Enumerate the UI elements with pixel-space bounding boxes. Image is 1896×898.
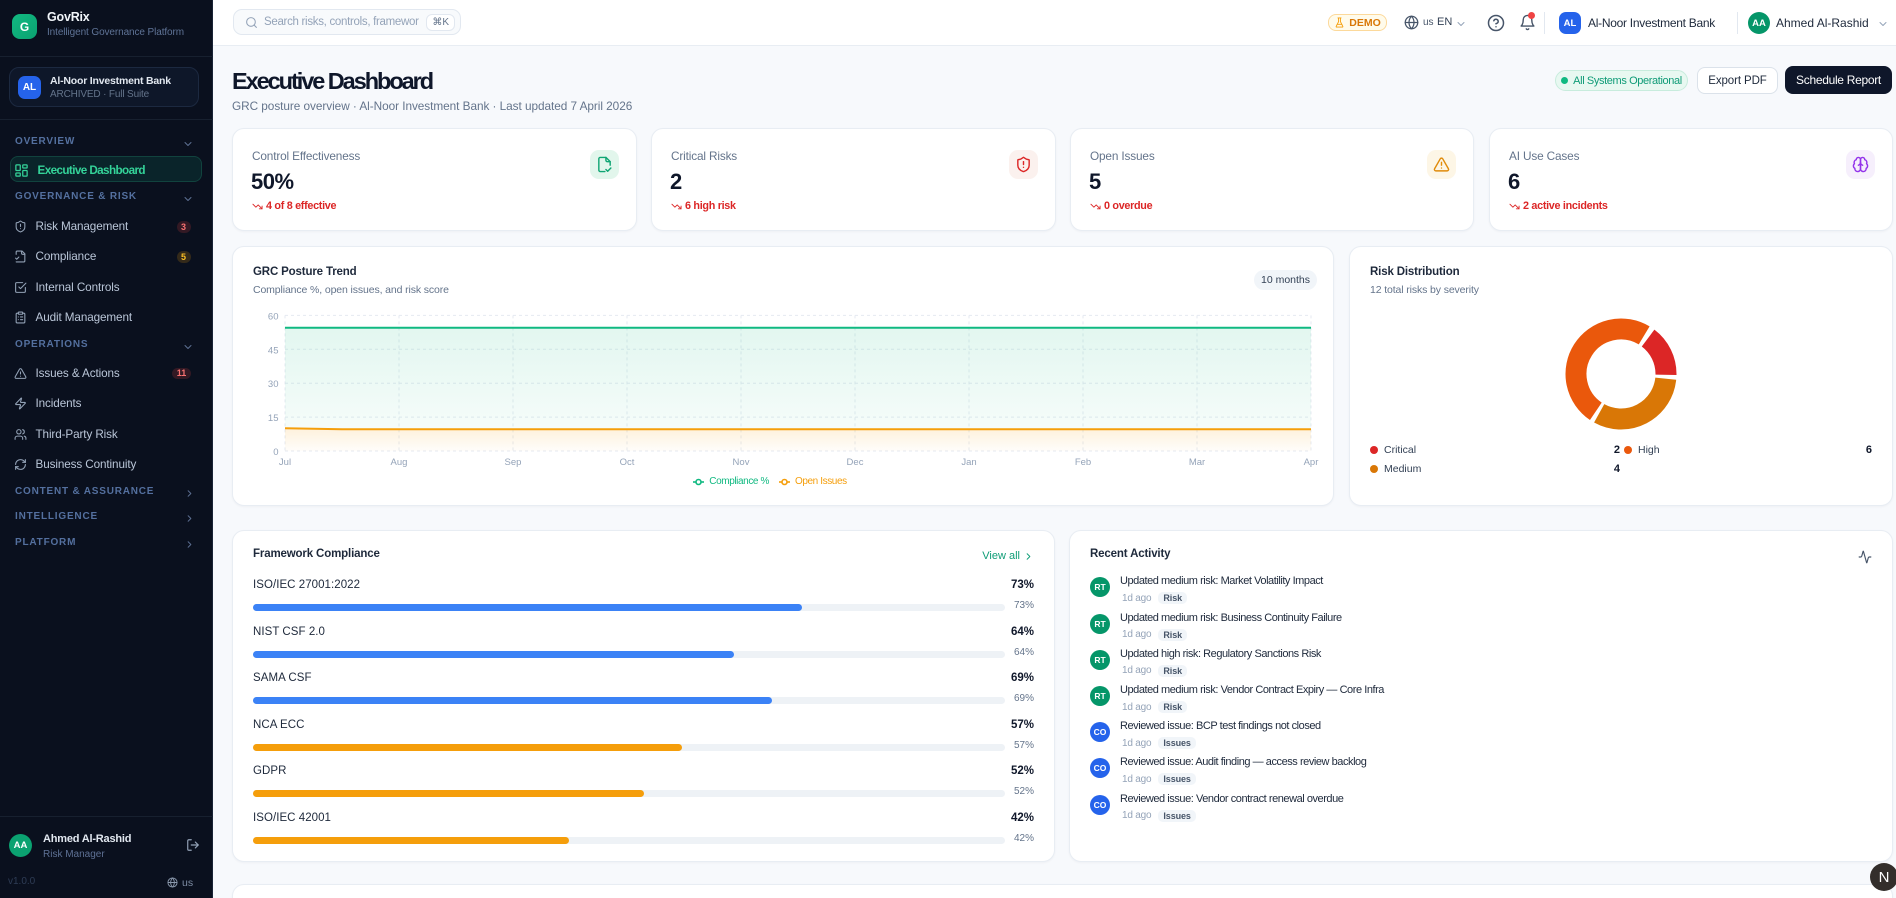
svg-text:Mar: Mar — [1189, 457, 1205, 468]
svg-text:Sep: Sep — [505, 457, 522, 468]
svg-text:Feb: Feb — [1075, 457, 1091, 468]
svg-text:Dec: Dec — [847, 457, 864, 468]
svg-text:30: 30 — [268, 379, 279, 390]
svg-text:45: 45 — [268, 345, 279, 356]
svg-text:Jul: Jul — [279, 457, 291, 468]
svg-text:Apr: Apr — [1304, 457, 1319, 468]
svg-text:Jan: Jan — [961, 457, 976, 468]
svg-text:Aug: Aug — [391, 457, 408, 468]
svg-text:0: 0 — [273, 447, 278, 458]
svg-text:Nov: Nov — [733, 457, 750, 468]
svg-text:15: 15 — [268, 413, 279, 424]
svg-text:60: 60 — [268, 311, 279, 322]
svg-text:Oct: Oct — [620, 457, 635, 468]
